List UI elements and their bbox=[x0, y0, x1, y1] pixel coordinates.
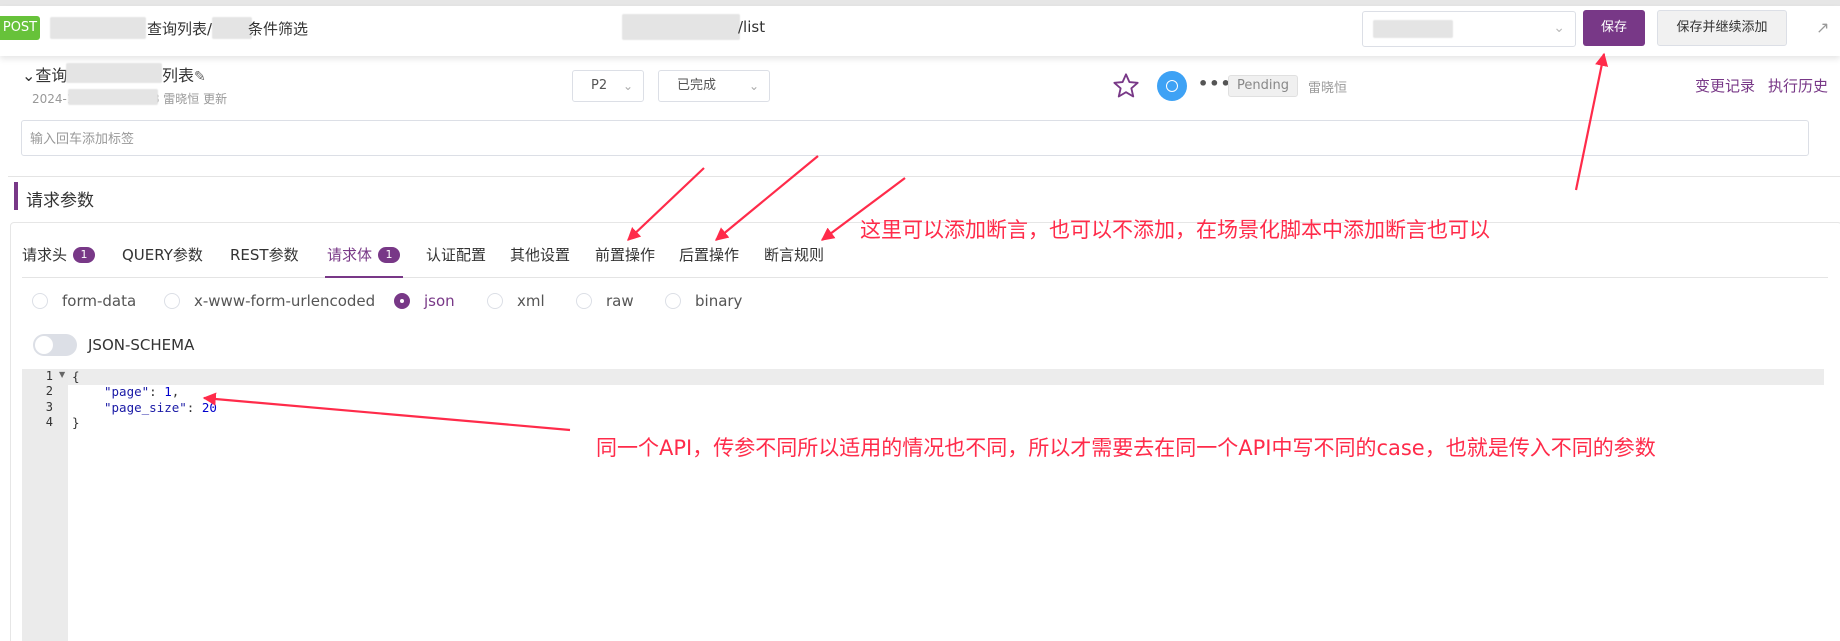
arrow-to-assertion bbox=[820, 177, 906, 241]
arrow-to-post-ops bbox=[714, 155, 819, 241]
arrow-to-params bbox=[202, 392, 571, 432]
arrow-to-pre-ops bbox=[627, 167, 705, 241]
annotation-arrows bbox=[202, 52, 1609, 432]
arrow-to-save bbox=[1574, 52, 1609, 191]
